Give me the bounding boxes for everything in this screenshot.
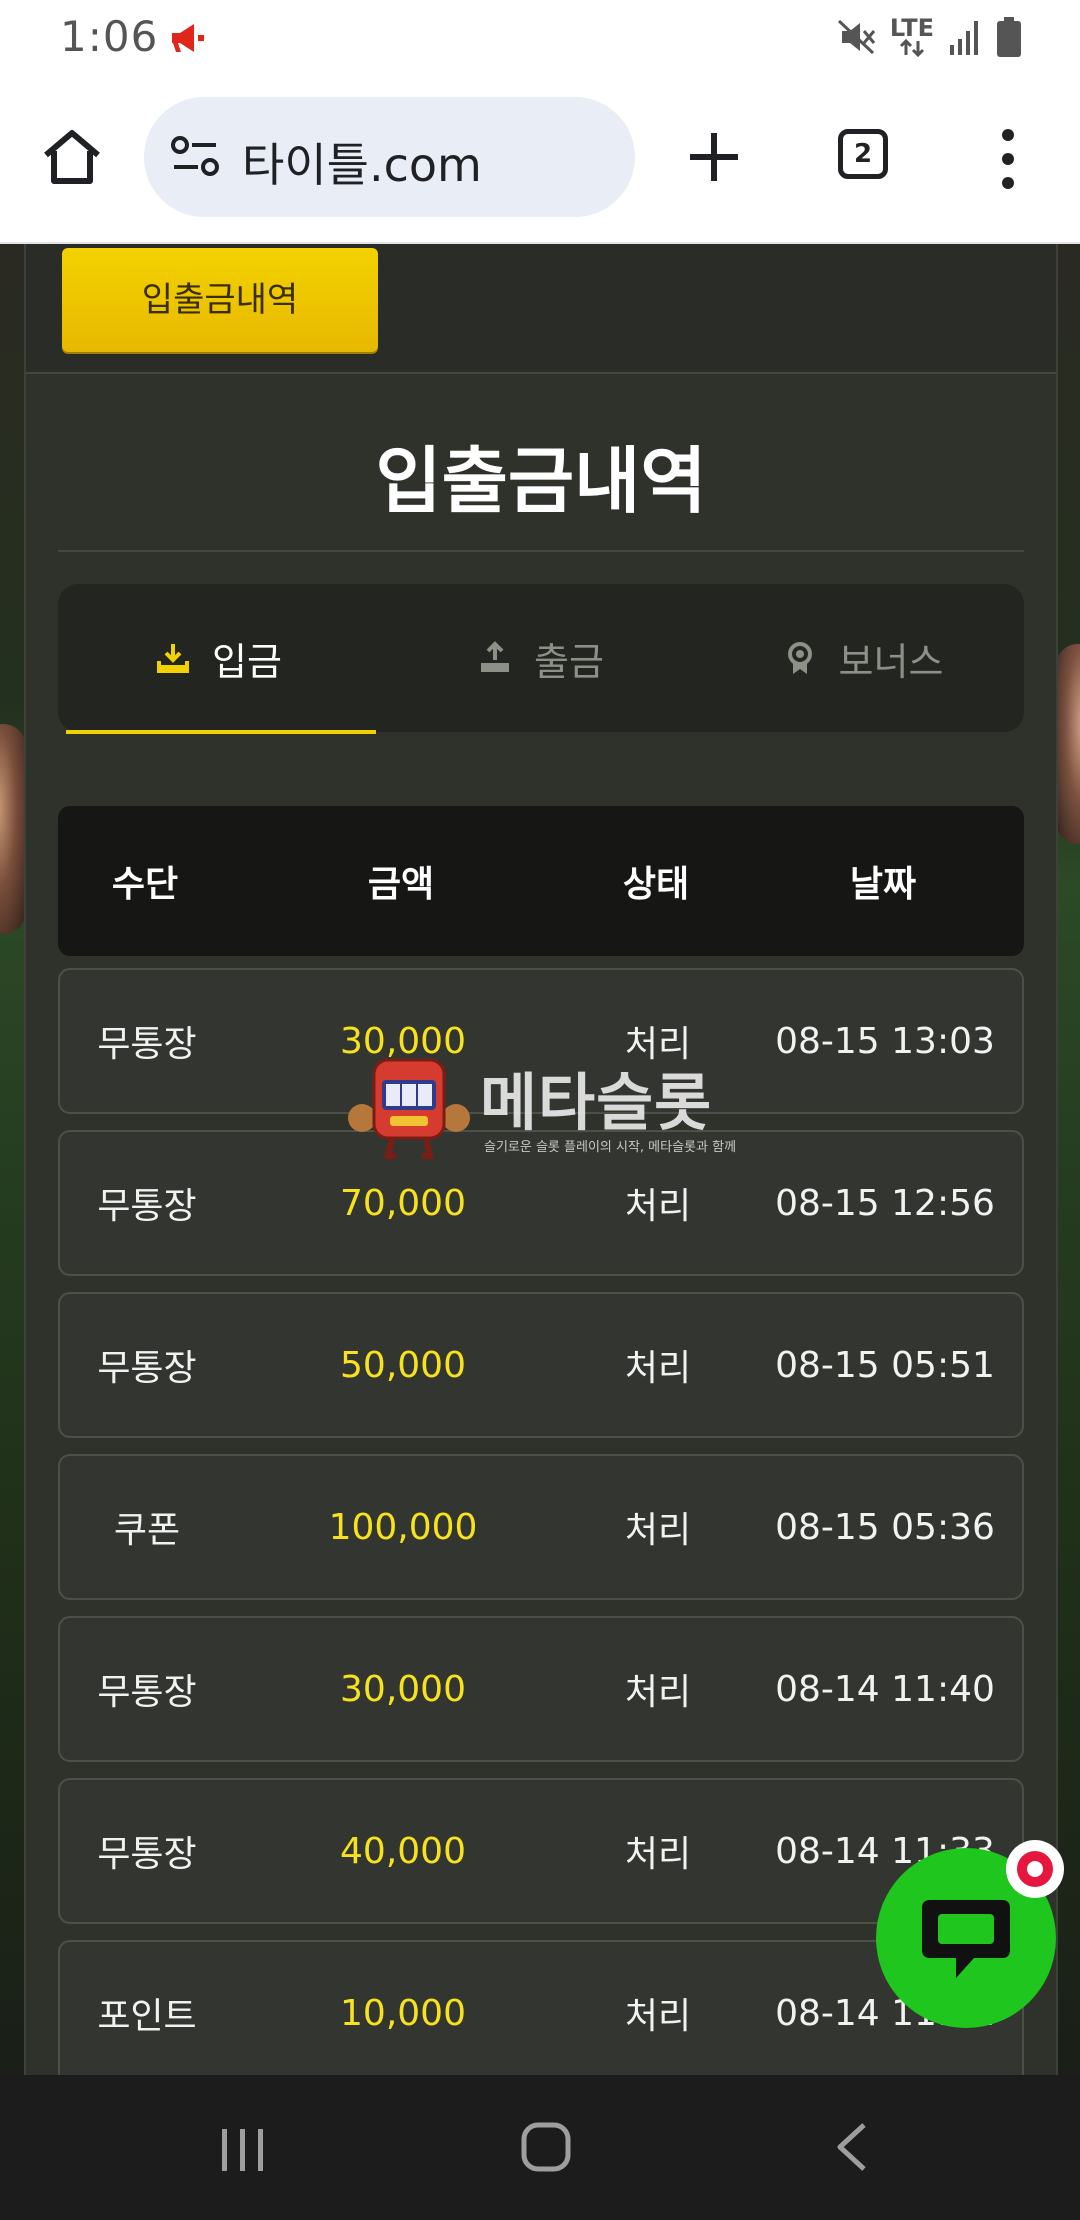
cell-status: 처리	[624, 1672, 692, 1713]
cell-method: 무통장	[97, 1024, 197, 1065]
table-row: 무통장 30,000 처리 08-15 13:03	[58, 968, 1024, 1114]
cell-status: 처리	[624, 1996, 692, 2037]
cell-method: 무통장	[97, 1348, 197, 1389]
tab-bonus[interactable]: 보너스	[702, 584, 1024, 732]
badge-icon	[787, 642, 812, 674]
mute-icon	[837, 19, 876, 55]
notification-badge	[1006, 1840, 1064, 1898]
table-row: 무통장 40,000 처리 08-14 11:33	[58, 1778, 1024, 1924]
cell-method: 무통장	[97, 1672, 197, 1713]
cell-status: 처리	[624, 1186, 692, 1227]
cell-amount: 30,000	[340, 1668, 466, 1710]
lte-label: LTE	[889, 14, 934, 42]
address-bar[interactable]: 타이틀.com	[144, 97, 635, 217]
cell-amount: 10,000	[340, 1992, 466, 2034]
home-icon[interactable]	[40, 125, 104, 189]
history-button[interactable]: 입출금내역	[62, 248, 378, 352]
cell-date: 08-15 05:51	[775, 1344, 995, 1386]
signal-icon	[950, 21, 978, 55]
cell-date: 08-15 12:56	[775, 1182, 995, 1224]
cell-date: 08-15 05:36	[775, 1506, 995, 1548]
panel-header: 입출금내역	[26, 244, 1056, 374]
cell-amount: 70,000	[340, 1182, 466, 1224]
table-header: 수단 금액 상태 날짜	[58, 806, 1024, 956]
new-tab-icon[interactable]	[684, 127, 744, 187]
column-header-status: 상태	[622, 864, 690, 905]
table-row: 무통장 30,000 처리 08-14 11:40	[58, 1616, 1024, 1762]
home-nav-icon[interactable]	[520, 2121, 572, 2173]
status-time: 1:06	[60, 12, 159, 61]
tab-bar: 입금 출금 보너스	[58, 584, 1024, 732]
browser-toolbar: 타이틀.com 2	[0, 75, 1080, 244]
cell-date: 08-14 11:40	[775, 1668, 995, 1710]
cell-date: 08-15 13:03	[775, 1020, 995, 1062]
cell-amount: 100,000	[328, 1506, 478, 1548]
column-header-date: 날짜	[849, 864, 917, 905]
url-text[interactable]: 타이틀.com	[242, 129, 482, 195]
tab-label: 출금	[534, 639, 604, 684]
data-arrows-icon	[899, 39, 925, 57]
cell-method: 무통장	[97, 1186, 197, 1227]
table-row: 무통장 70,000 처리 08-15 12:56	[58, 1130, 1024, 1276]
status-icons: LTE	[836, 14, 1022, 60]
cell-amount: 40,000	[340, 1830, 466, 1872]
tab-withdraw[interactable]: 출금	[380, 584, 702, 732]
status-bar: 1:06 LTE	[0, 0, 1080, 75]
cell-status: 처리	[624, 1024, 692, 1065]
cell-amount: 30,000	[340, 1020, 466, 1062]
background-figure	[0, 724, 26, 934]
tab-label: 입금	[212, 639, 282, 684]
site-settings-icon[interactable]	[170, 135, 220, 179]
tab-label: 보너스	[838, 639, 944, 684]
cell-amount: 50,000	[340, 1344, 466, 1386]
history-panel: 입출금내역 입출금내역 입금 출금 보너스 수단 금액 상태 날짜 무통장 30…	[24, 244, 1058, 2086]
download-icon	[157, 644, 190, 673]
battery-icon	[997, 17, 1021, 57]
system-nav-bar	[0, 2075, 1080, 2220]
page-title: 입출금내역	[375, 439, 707, 523]
recents-icon[interactable]	[218, 2125, 268, 2175]
megaphone-icon	[172, 24, 204, 52]
more-menu-icon[interactable]	[996, 127, 1020, 191]
back-icon[interactable]	[832, 2121, 872, 2173]
column-header-method: 수단	[111, 864, 179, 905]
divider	[58, 550, 1024, 552]
table-row: 쿠폰 100,000 처리 08-15 05:36	[58, 1454, 1024, 1600]
lte-icon: LTE	[889, 14, 934, 57]
column-header-amount: 금액	[367, 864, 435, 905]
tab-deposit[interactable]: 입금	[58, 584, 380, 732]
cell-method: 무통장	[97, 1834, 197, 1875]
cell-status: 처리	[624, 1510, 692, 1551]
upload-icon	[481, 641, 510, 672]
background-figure	[1056, 644, 1080, 844]
cell-status: 처리	[624, 1348, 692, 1389]
chat-icon	[922, 1900, 1010, 1978]
cell-method: 포인트	[97, 1996, 197, 2037]
cell-method: 쿠폰	[113, 1510, 181, 1551]
tab-switcher-icon[interactable]: 2	[838, 129, 888, 179]
active-tab-indicator	[66, 730, 376, 734]
cell-status: 처리	[624, 1834, 692, 1875]
table-row: 무통장 50,000 처리 08-15 05:51	[58, 1292, 1024, 1438]
